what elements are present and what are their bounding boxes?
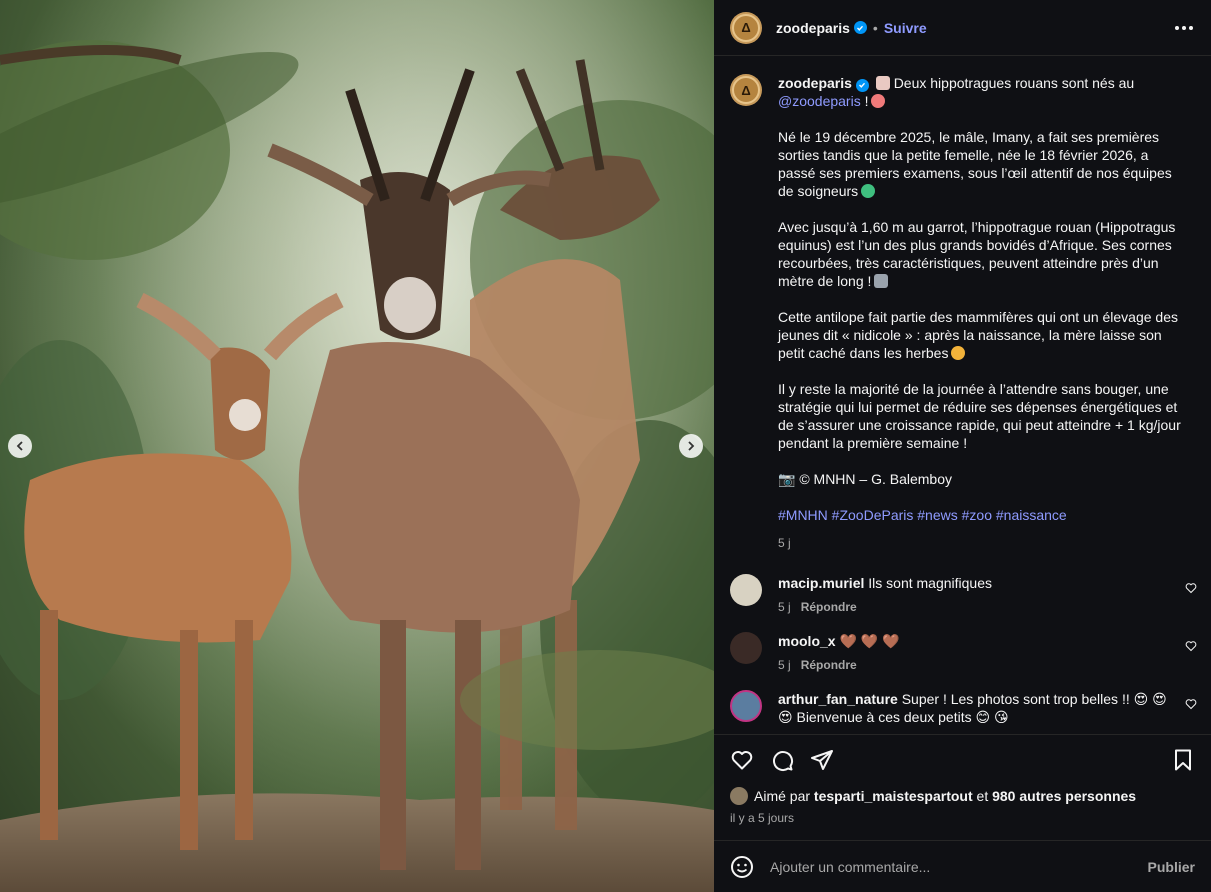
chevron-left-icon (16, 441, 23, 451)
verified-icon (853, 21, 867, 34)
caption-avatar[interactable]: Δ (730, 74, 762, 106)
heart-icon[interactable] (1185, 640, 1197, 652)
more-options-button[interactable] (1171, 22, 1197, 34)
post-side-panel: Δ zoodeparis • Suivre Δ zoodeparis Deux … (714, 0, 1211, 892)
add-comment-bar: Ajouter un commentaire... Publier (714, 840, 1211, 892)
separator-dot: • (872, 19, 878, 36)
avatar[interactable] (730, 632, 762, 664)
caption-paragraph-2: Avec jusqu’à 1,60 m au garrot, l’hippotr… (778, 219, 1176, 289)
caption-paragraph-4: Il y reste la majorité de la journée à l… (778, 381, 1181, 451)
likes-prefix: Aimé par (754, 788, 811, 804)
caption-intro: Deux hippotragues rouans sont nés au (893, 75, 1135, 91)
caption-paragraph-1: Né le 19 décembre 2025, le mâle, Imany, … (778, 129, 1172, 199)
caption-intro-end: ! (864, 93, 869, 109)
avatar[interactable]: Δ (730, 11, 762, 44)
avatar[interactable] (730, 787, 748, 805)
hashtags[interactable]: #MNHN #ZooDeParis #news #zoo #naissance (778, 506, 1183, 524)
reply-button[interactable]: Répondre (801, 658, 857, 672)
header-username[interactable]: zoodeparis (776, 20, 850, 36)
comment-text: Ils sont magnifiques (868, 575, 992, 591)
post-header: Δ zoodeparis • Suivre (714, 0, 1211, 56)
heart-eyes-emoji-icon (871, 94, 886, 108)
caption: Δ zoodeparis Deux hippotragues rouans so… (730, 74, 1197, 552)
post-photo[interactable] (0, 0, 714, 892)
post-date: il y a 5 jours (730, 811, 795, 825)
more-icon (1175, 25, 1179, 30)
comment-time: 5 j (778, 600, 791, 614)
chevron-right-icon (688, 441, 695, 451)
follow-button[interactable]: Suivre (884, 20, 927, 36)
tag-emoji-icon (875, 76, 890, 90)
antelope-photo (0, 0, 714, 892)
avatar-logo: Δ (741, 20, 751, 35)
green-heart-emoji-icon (861, 184, 876, 198)
bookmark-icon[interactable] (1171, 748, 1195, 772)
avatar-logo: Δ (741, 82, 751, 98)
comment-text: 🤎 🤎 🤎 (839, 633, 900, 649)
face-emoji-icon (951, 346, 966, 360)
likes-summary: Aimé par tesparti_maistespartout et 980 … (730, 787, 1195, 805)
avatar[interactable] (730, 574, 762, 606)
comment-item: macip.muriel Ils sont magnifiques 5 j Rép… (730, 574, 1197, 616)
verified-icon (855, 78, 869, 92)
comment-input[interactable]: Ajouter un commentaire... (770, 859, 1148, 875)
photo-credit: 📷 © MNHN – G. Balemboy (778, 471, 953, 487)
caption-text: zoodeparis Deux hippotragues rouans sont… (778, 74, 1183, 552)
heart-icon[interactable] (730, 748, 754, 772)
comment-username[interactable]: macip.muriel (778, 575, 864, 591)
carousel-next-button[interactable] (679, 434, 703, 458)
share-icon[interactable] (810, 748, 834, 772)
smile-icon[interactable] (730, 855, 754, 879)
comment-username[interactable]: arthur_fan_nature (778, 691, 898, 707)
likes-middle: et (976, 788, 989, 804)
caption-username[interactable]: zoodeparis (778, 75, 852, 91)
likes-others[interactable]: 980 autres personnes (992, 788, 1136, 804)
post-actions: Aimé par tesparti_maistespartout et 980 … (714, 734, 1211, 840)
reply-button[interactable]: Répondre (801, 600, 857, 614)
heart-icon[interactable] (1185, 698, 1197, 710)
ruler-emoji-icon (874, 274, 889, 288)
heart-icon[interactable] (1185, 582, 1197, 594)
publish-button[interactable]: Publier (1148, 859, 1195, 875)
comment-item: arthur_fan_nature Super ! Les photos son… (730, 690, 1197, 726)
comment-username[interactable]: moolo_x (778, 633, 836, 649)
post-view: Δ zoodeparis • Suivre Δ zoodeparis Deux … (0, 0, 1211, 892)
comment-item: moolo_x 🤎 🤎 🤎 5 j Répondre (730, 632, 1197, 674)
likes-user[interactable]: tesparti_maistespartout (814, 788, 973, 804)
caption-paragraph-3: Cette antilope fait partie des mammifère… (778, 309, 1179, 361)
mention-link[interactable]: @zoodeparis (778, 93, 861, 109)
comments-scroll-area[interactable]: Δ zoodeparis Deux hippotragues rouans so… (714, 56, 1211, 734)
comment-icon[interactable] (770, 748, 794, 772)
caption-time: 5 j (778, 536, 791, 550)
carousel-prev-button[interactable] (8, 434, 32, 458)
comment-time: 5 j (778, 658, 791, 672)
avatar[interactable] (730, 690, 762, 722)
